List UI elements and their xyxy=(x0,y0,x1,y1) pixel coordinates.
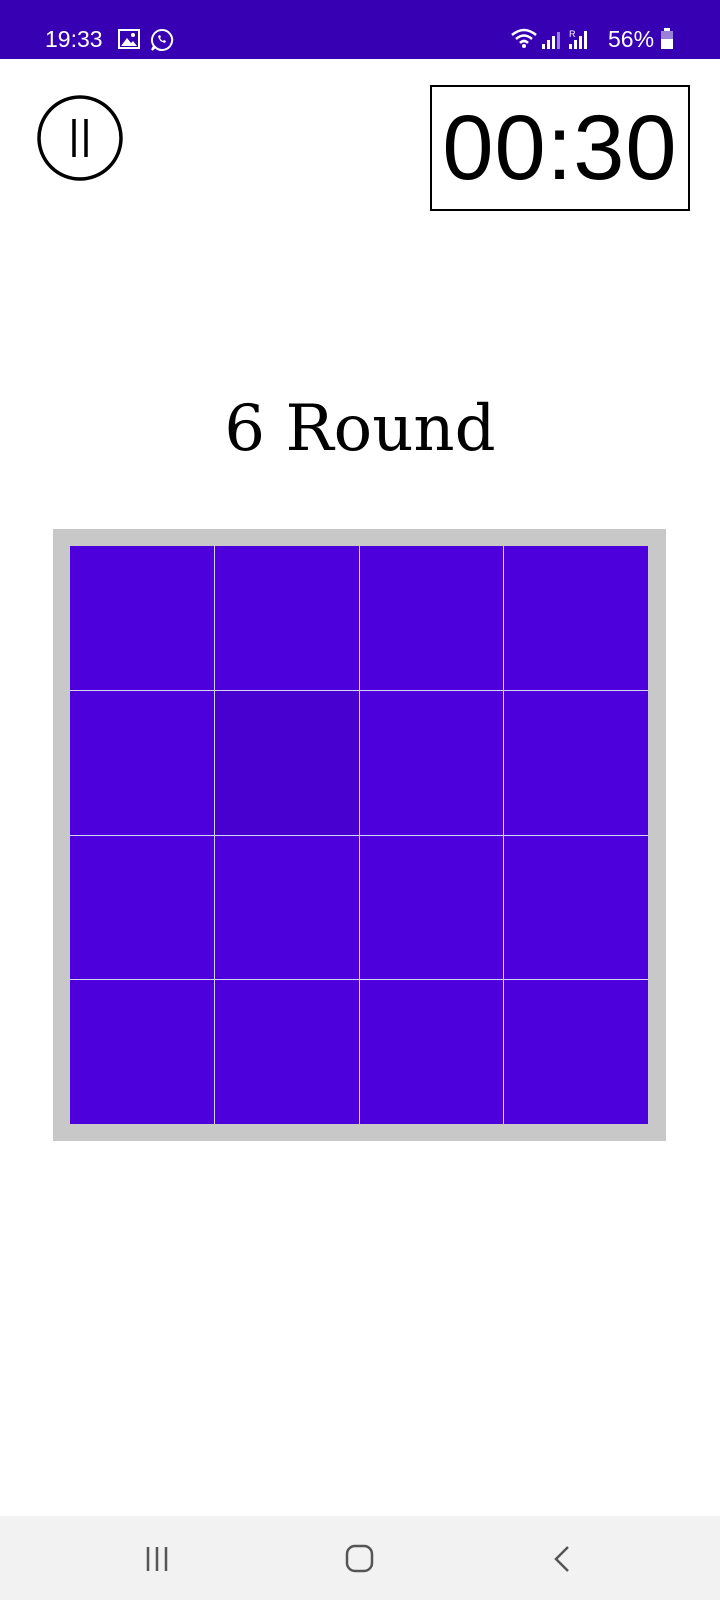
game-board xyxy=(53,529,666,1141)
countdown-timer: 00:30 xyxy=(430,85,690,211)
game-tile[interactable] xyxy=(359,835,504,980)
game-tile[interactable] xyxy=(70,980,214,1124)
game-tile[interactable] xyxy=(70,835,214,980)
home-button[interactable] xyxy=(330,1538,390,1580)
gallery-icon xyxy=(118,29,140,53)
back-button[interactable] xyxy=(532,1538,592,1580)
game-tile[interactable] xyxy=(504,690,648,835)
status-bar: 19:33 R 56% xyxy=(0,0,720,59)
pause-button[interactable] xyxy=(36,94,124,182)
recent-apps-icon xyxy=(146,1547,168,1571)
recent-apps-button[interactable] xyxy=(128,1538,188,1580)
pause-icon xyxy=(37,95,123,181)
game-tile[interactable] xyxy=(504,835,648,980)
game-tile[interactable] xyxy=(359,690,504,835)
game-tile[interactable] xyxy=(504,980,648,1124)
game-tile[interactable] xyxy=(70,546,214,690)
game-tile[interactable] xyxy=(504,546,648,690)
battery-icon xyxy=(660,28,674,54)
game-tile[interactable] xyxy=(359,980,504,1124)
round-label: 6 Round xyxy=(224,392,496,466)
game-tile[interactable] xyxy=(214,835,359,980)
game-tile[interactable] xyxy=(214,980,359,1124)
game-tile[interactable] xyxy=(70,690,214,835)
home-icon xyxy=(345,1544,374,1573)
battery-percent: 56% xyxy=(608,26,655,52)
wifi-icon xyxy=(510,27,538,53)
signal-icon xyxy=(541,30,563,54)
game-tile[interactable] xyxy=(359,546,504,690)
tile-grid xyxy=(70,546,648,1124)
game-tile[interactable] xyxy=(214,546,359,690)
signal-r-icon: R xyxy=(568,28,592,54)
back-icon xyxy=(554,1546,569,1572)
svg-text:R: R xyxy=(569,29,576,39)
status-time: 19:33 xyxy=(45,26,103,52)
whatsapp-icon xyxy=(150,28,174,56)
game-tile[interactable] xyxy=(214,690,359,835)
